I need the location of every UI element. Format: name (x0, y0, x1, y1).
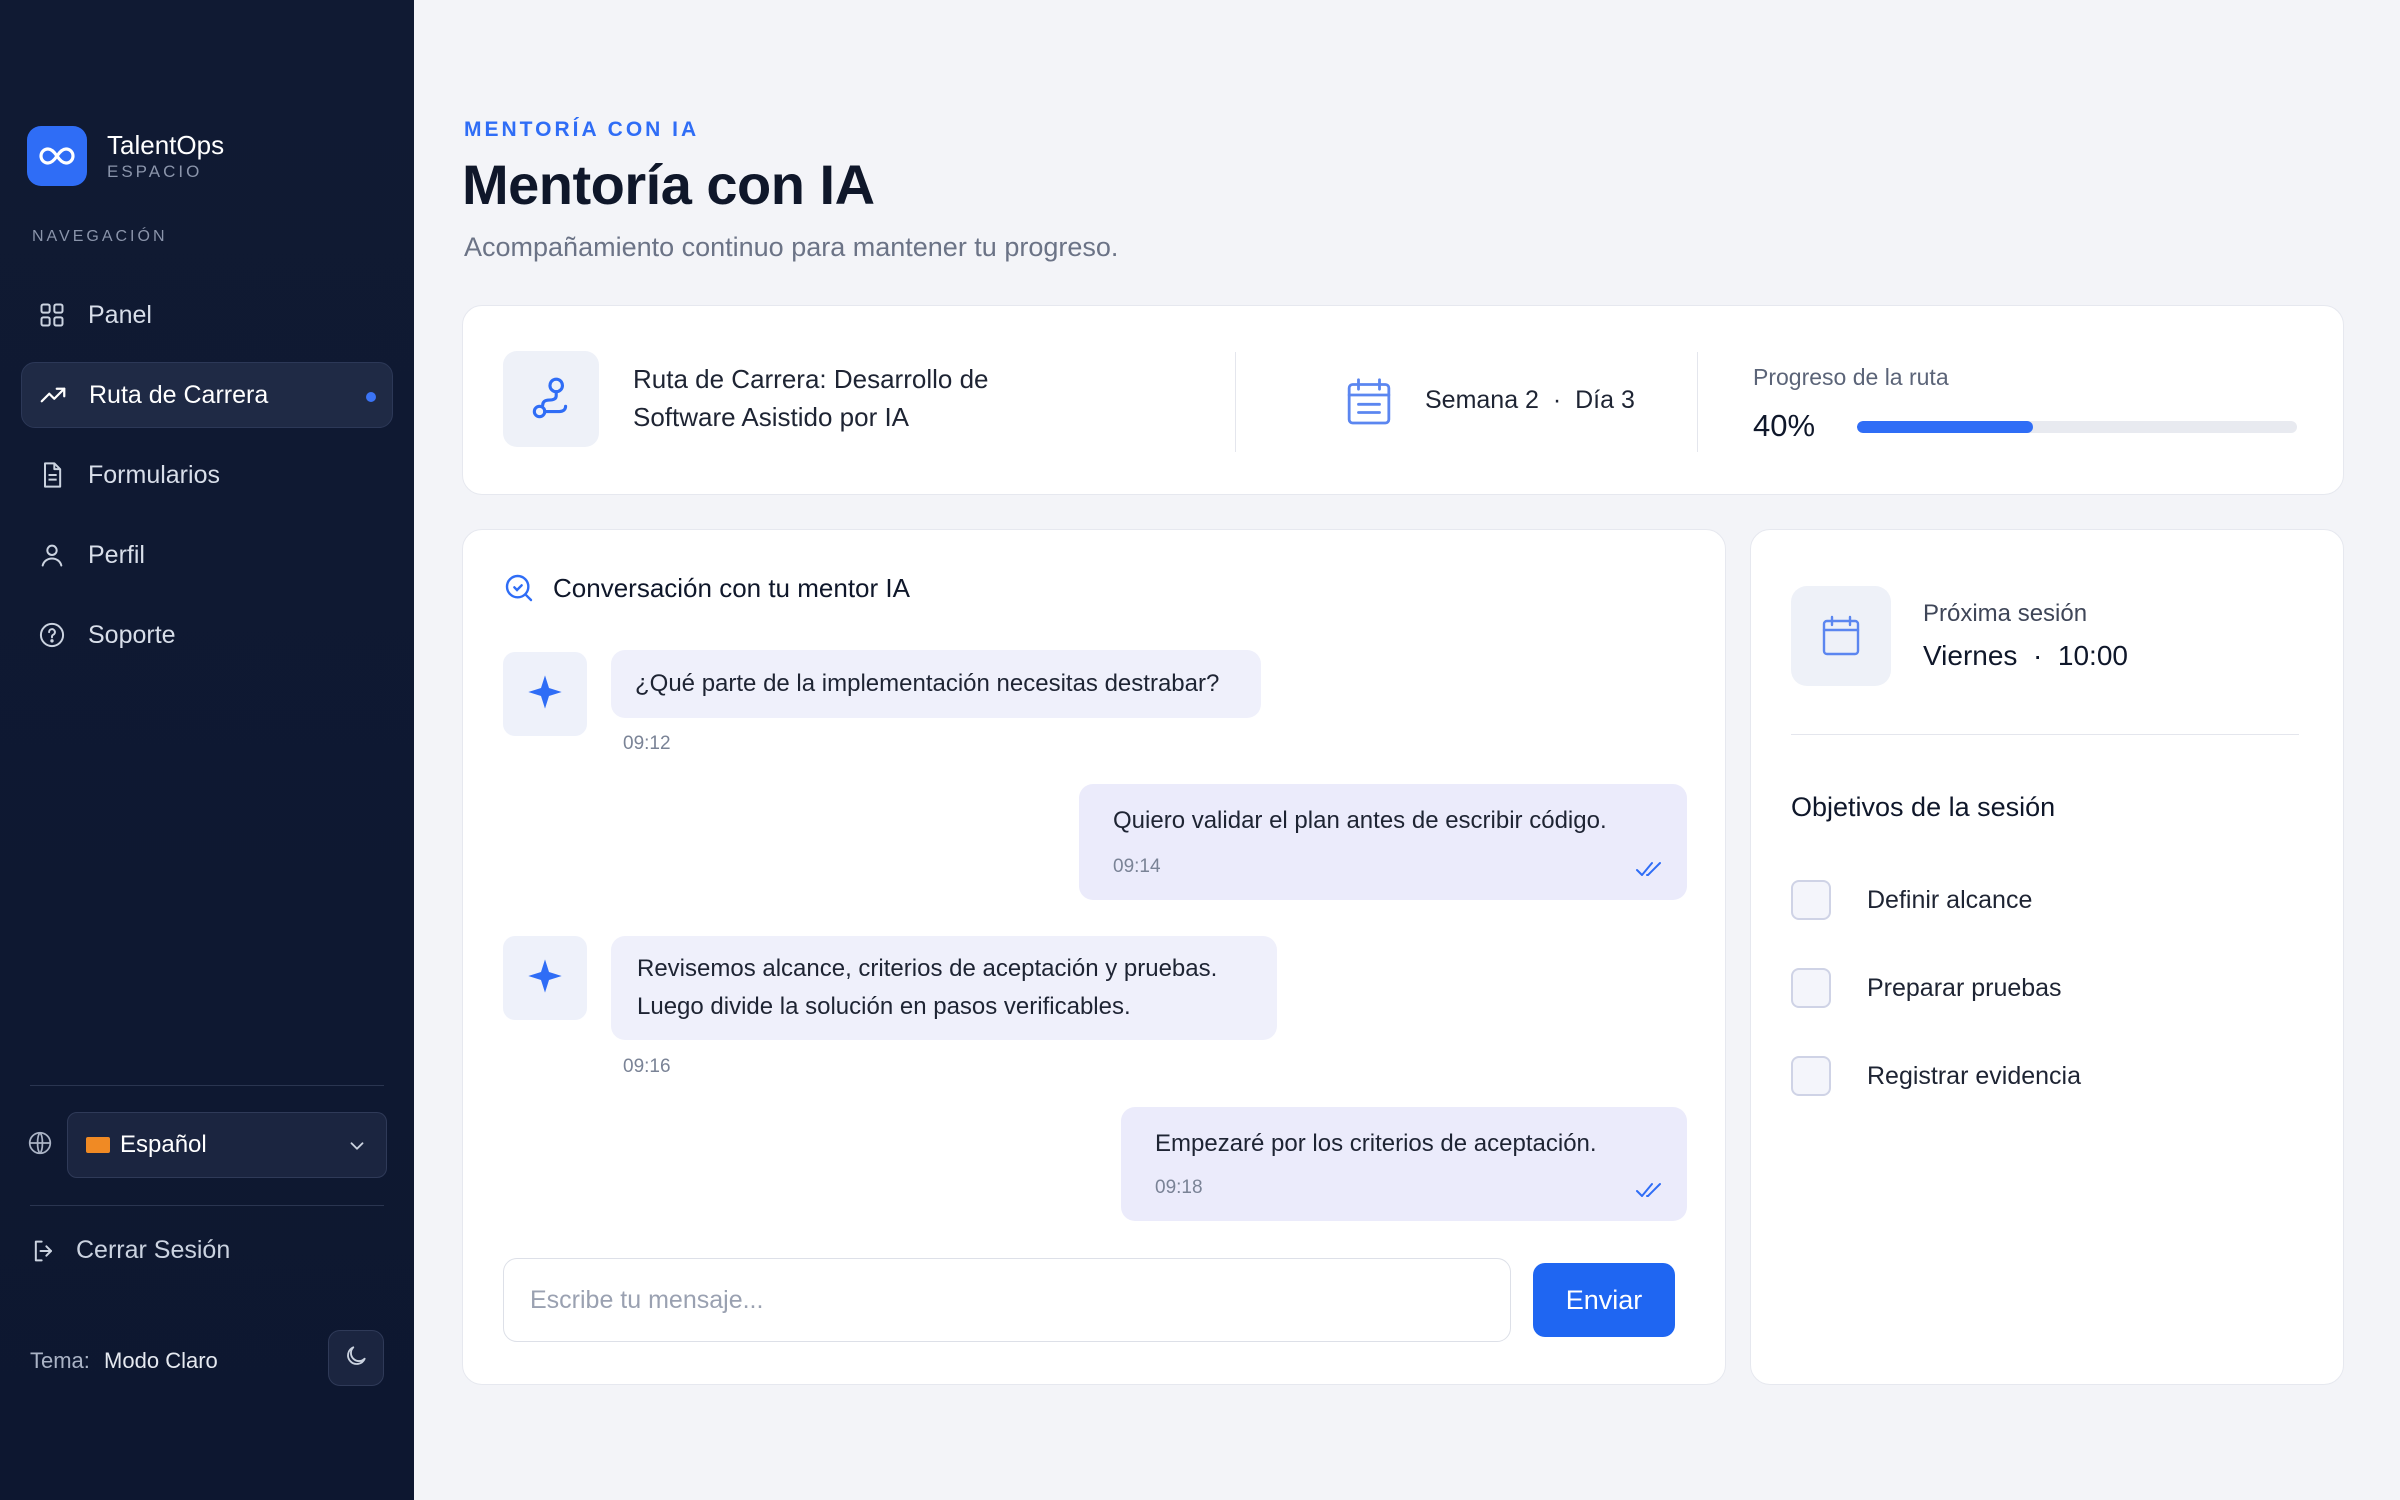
sidebar-item-label: Perfil (88, 540, 145, 569)
objective-item[interactable]: Registrar evidencia (1791, 1056, 2081, 1096)
theme-toggle-button[interactable] (328, 1330, 384, 1386)
theme-value: Modo Claro (104, 1348, 218, 1373)
message-text: Empezaré por los criterios de aceptación… (1155, 1130, 1597, 1157)
sidebar-item-label: Formularios (88, 460, 220, 489)
message-time: 09:16 (623, 1056, 671, 1077)
message-text: Quiero validar el plan antes de escribir… (1113, 807, 1607, 834)
sidebar-item-label: Panel (88, 300, 152, 329)
objective-checkbox[interactable] (1791, 968, 1831, 1008)
logout-label: Cerrar Sesión (76, 1236, 231, 1264)
objective-label: Registrar evidencia (1867, 1061, 2081, 1090)
brand-name: TalentOps (107, 130, 225, 160)
chat-search-icon (503, 572, 535, 604)
language-value: Español (120, 1131, 207, 1158)
active-indicator-dot (366, 392, 376, 402)
sidebar: TalentOps ESPACIO NAVEGACIÓN Panel Ruta … (0, 0, 414, 1500)
message-text: ¿Qué parte de la implementación necesita… (635, 670, 1220, 697)
sidebar-item-ruta-de-carrera[interactable]: Ruta de Carrera (21, 362, 393, 428)
globe-icon (27, 1130, 53, 1161)
grid-icon (36, 299, 68, 331)
trending-up-icon (37, 379, 69, 411)
session-card: Próxima sesión Viernes · 10:00 Objetivos… (1750, 529, 2344, 1385)
progress-label: Progreso de la ruta (1753, 364, 1949, 390)
flag-icon (86, 1137, 110, 1153)
objective-label: Definir alcance (1867, 885, 2033, 914)
sidebar-item-label: Ruta de Carrera (89, 380, 269, 409)
moon-icon (343, 1343, 369, 1374)
document-icon (36, 459, 68, 491)
sidebar-item-formularios[interactable]: Formularios (21, 442, 393, 508)
next-session-time: Viernes · 10:00 (1923, 640, 2128, 672)
page-subtitle: Acompañamiento continuo para mantener tu… (464, 232, 1119, 262)
logout-button[interactable]: Cerrar Sesión (30, 1236, 230, 1265)
brand-subtitle: ESPACIO (107, 162, 203, 181)
sidebar-item-label: Soporte (88, 620, 176, 649)
user-icon (36, 539, 68, 571)
chat-title: Conversación con tu mentor IA (553, 572, 910, 603)
sidebar-nav: Panel Ruta de Carrera Formularios Perfil… (21, 282, 393, 682)
objective-checkbox[interactable] (1791, 1056, 1831, 1096)
page-eyebrow: MENTORÍA CON IA (464, 118, 700, 141)
horizontal-divider (1791, 734, 2299, 735)
help-circle-icon (36, 619, 68, 651)
vertical-divider (1235, 352, 1236, 452)
message-time: 09:14 (1113, 856, 1161, 877)
objective-checkbox[interactable] (1791, 880, 1831, 920)
page-title: Mentoría con IA (462, 153, 875, 216)
mentor-message: Revisemos alcance, criterios de aceptaci… (611, 936, 1277, 1040)
message-text: Revisemos alcance, criterios de aceptaci… (637, 955, 1218, 982)
session-hour: 10:00 (2057, 640, 2128, 671)
theme-indicator: Tema: Modo Claro (30, 1348, 218, 1374)
vertical-divider (1697, 352, 1698, 452)
objective-item[interactable]: Preparar pruebas (1791, 968, 2062, 1008)
week-label: Semana 2 (1425, 386, 1539, 414)
week-day-indicator: Semana 2 · Día 3 (1425, 386, 1635, 415)
separator-dot: · (2025, 640, 2051, 671)
objectives-title: Objetivos de la sesión (1791, 792, 2056, 822)
infinity-logo-icon (27, 126, 87, 186)
sidebar-item-panel[interactable]: Panel (21, 282, 393, 348)
theme-label: Tema: (30, 1348, 90, 1373)
progress-bar-fill (1857, 421, 2033, 433)
message-text: Luego divide la solución en pasos verifi… (637, 993, 1131, 1020)
progress-value: 40% (1753, 408, 1816, 443)
message-input[interactable] (503, 1258, 1511, 1342)
route-summary-card: Ruta de Carrera: Desarrollo de Software … (462, 305, 2344, 495)
calendar-icon (1791, 586, 1891, 686)
language-row: Español (27, 1112, 387, 1178)
message-time: 09:12 (623, 733, 671, 754)
sidebar-divider (30, 1085, 384, 1086)
objective-item[interactable]: Definir alcance (1791, 880, 2032, 920)
separator-dot: · (1545, 386, 1569, 414)
sidebar-item-perfil[interactable]: Perfil (21, 522, 393, 588)
send-button[interactable]: Enviar (1533, 1263, 1675, 1337)
mentor-avatar (503, 936, 587, 1020)
sidebar-item-soporte[interactable]: Soporte (21, 602, 393, 668)
message-time: 09:18 (1155, 1177, 1203, 1198)
language-select[interactable]: Español (67, 1112, 387, 1178)
mentor-message: ¿Qué parte de la implementación necesita… (611, 650, 1261, 718)
route-title: Ruta de Carrera: Desarrollo de Software … (633, 364, 989, 432)
brand[interactable]: TalentOps ESPACIO (27, 126, 224, 186)
sparkle-icon (525, 956, 565, 1001)
mentor-avatar (503, 652, 587, 736)
route-icon (503, 351, 599, 447)
chat-header: Conversación con tu mentor IA (503, 572, 910, 604)
user-message: Quiero validar el plan antes de escribir… (1079, 784, 1687, 900)
sidebar-divider (30, 1205, 384, 1206)
nav-section-label: NAVEGACIÓN (32, 228, 168, 245)
calendar-icon (1341, 374, 1397, 435)
chat-card: Conversación con tu mentor IA ¿Qué parte… (462, 529, 1726, 1385)
objective-label: Preparar pruebas (1867, 973, 2062, 1002)
user-message: Empezaré por los criterios de aceptación… (1121, 1107, 1687, 1221)
sparkle-icon (525, 672, 565, 717)
chevron-down-icon (346, 1135, 368, 1164)
logout-icon (30, 1237, 58, 1265)
next-session-label: Próxima sesión (1923, 600, 2088, 627)
progress-bar (1857, 421, 2297, 433)
session-day: Viernes (1923, 640, 2018, 671)
double-check-icon (1635, 858, 1665, 886)
double-check-icon (1635, 1179, 1665, 1207)
day-label: Día 3 (1575, 386, 1635, 414)
